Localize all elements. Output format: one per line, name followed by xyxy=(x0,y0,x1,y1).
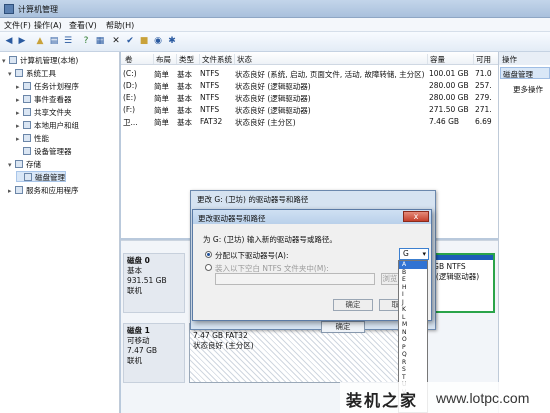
device-manager-icon xyxy=(23,147,31,155)
col-type[interactable]: 类型 xyxy=(176,54,194,64)
outer-ok-button[interactable]: 确定 xyxy=(321,321,365,333)
drive-letter-option[interactable]: S xyxy=(399,366,427,374)
close-button[interactable]: x xyxy=(403,211,429,222)
drive-letter-option[interactable]: M xyxy=(399,321,427,329)
tree-node-computer-management[interactable]: ▾ 计算机管理(本地) xyxy=(2,55,78,66)
folder-icon[interactable]: ■ xyxy=(138,35,150,47)
col-layout[interactable]: 布局 xyxy=(153,54,171,64)
disk-icon xyxy=(24,173,32,181)
disk-1-label[interactable]: 磁盘 1 可移动 7.47 GB 联机 xyxy=(123,323,185,383)
drive-letter-option[interactable]: O xyxy=(399,336,427,344)
tree-node-task-scheduler[interactable]: ▸ 任务计划程序 xyxy=(16,81,79,92)
inner-dialog-titlebar: 更改驱动器号和路径 x xyxy=(193,210,431,224)
col-capacity[interactable]: 容量 xyxy=(427,54,445,64)
menu-help[interactable]: 帮助(H) xyxy=(106,20,134,31)
tree-node-device-manager[interactable]: 设备管理器 xyxy=(16,146,72,157)
table-row[interactable]: (D:) 简单 基本 NTFS 状态良好 (逻辑驱动器) 280.00 GB 2… xyxy=(121,80,498,91)
ok-button[interactable]: 确定 xyxy=(333,299,373,311)
navigation-tree: ▾ 计算机管理(本地) ▾ 系统工具 ▸ 任务计划程序 ▸ 事件查看器 ▸ 共享文件夹 ▸… xyxy=(0,52,120,413)
back-arrow-icon[interactable]: ◀ xyxy=(3,35,15,47)
window-title: 计算机管理 xyxy=(18,5,58,14)
clock-icon xyxy=(23,82,31,90)
list-view-icon[interactable]: ☰ xyxy=(62,35,74,47)
tree-node-local-users[interactable]: ▸ 本地用户和组 xyxy=(16,120,79,131)
computer-management-icon xyxy=(4,4,14,14)
volume-list-header: 卷 布局 类型 文件系统 状态 容量 可用 xyxy=(121,52,498,65)
watermark-text: 装机之家 xyxy=(346,391,419,410)
show-tree-icon[interactable]: ▤ xyxy=(48,35,60,47)
inner-dialog-title: 更改驱动器号和路径 xyxy=(198,214,266,223)
drive-letter-option[interactable]: R xyxy=(399,359,427,367)
properties-icon[interactable]: ▦ xyxy=(94,35,106,47)
tree-node-services-apps[interactable]: ▸ 服务和应用程序 xyxy=(8,185,79,196)
watermark: 装机之家 www.lotpc.com xyxy=(340,382,550,413)
col-status[interactable]: 状态 xyxy=(234,54,252,64)
tree-node-performance[interactable]: ▸ 性能 xyxy=(16,133,49,144)
menu-action[interactable]: 操作(A) xyxy=(34,20,62,31)
tree-node-disk-management[interactable]: 磁盘管理 xyxy=(16,171,66,182)
assign-letter-radio[interactable] xyxy=(205,251,212,258)
assign-letter-label: 分配以下驱动器号(A): xyxy=(215,251,289,260)
menu-file[interactable]: 文件(F) xyxy=(4,20,31,31)
table-row[interactable]: (F:) 简单 基本 NTFS 状态良好 (逻辑驱动器) 271.50 GB 2… xyxy=(121,104,498,115)
dialog-description: 为 G: (卫坊) 输入新的驱动器号或路径。 xyxy=(203,235,337,244)
services-icon xyxy=(15,186,23,194)
forward-arrow-icon[interactable]: ▶ xyxy=(16,35,28,47)
menu-bar: 文件(F) 操作(A) 查看(V) 帮助(H) xyxy=(0,18,550,32)
magnifier-icon[interactable]: ◉ xyxy=(152,35,164,47)
folder-path-input[interactable] xyxy=(215,273,375,285)
check-icon[interactable]: ✔ xyxy=(124,35,136,47)
tools-icon xyxy=(15,69,23,77)
outer-dialog-title: 更改 G: (卫坊) 的驱动器号和路径 xyxy=(197,195,309,204)
col-free[interactable]: 可用 xyxy=(473,54,491,64)
edit-drive-letter-dialog: 更改驱动器号和路径 x 为 G: (卫坊) 输入新的驱动器号或路径。 分配以下驱… xyxy=(192,209,432,321)
performance-icon xyxy=(23,134,31,142)
drive-letter-option[interactable]: A xyxy=(399,261,427,269)
event-log-icon xyxy=(23,95,31,103)
drive-letter-option[interactable]: I xyxy=(399,291,427,299)
table-row[interactable]: (E:) 简单 基本 NTFS 状态良好 (逻辑驱动器) 280.00 GB 2… xyxy=(121,92,498,103)
drive-letter-option[interactable]: H xyxy=(399,284,427,292)
title-bar: 计算机管理 xyxy=(0,0,550,18)
action-more[interactable]: 更多操作 xyxy=(513,84,543,95)
computer-icon xyxy=(9,56,17,64)
col-filesystem[interactable]: 文件系统 xyxy=(199,54,232,64)
actions-pane: 操作 磁盘管理 更多操作 xyxy=(498,52,550,413)
drive-letter-option[interactable]: J xyxy=(399,299,427,307)
action-disk-management[interactable]: 磁盘管理 xyxy=(500,67,550,79)
watermark-url: www.lotpc.com xyxy=(436,390,530,406)
actions-header: 操作 xyxy=(499,52,550,65)
table-row[interactable]: (C:) 简单 基本 NTFS 状态良好 (系统, 启动, 页面文件, 活动, … xyxy=(121,68,498,79)
menu-view[interactable]: 查看(V) xyxy=(69,20,97,31)
toolbar: ◀ ▶ ▲ ▤ ☰ ? ▦ ✕ ✔ ■ ◉ ✱ xyxy=(0,32,550,52)
col-volume[interactable]: 卷 xyxy=(123,54,133,64)
storage-icon xyxy=(15,160,23,168)
disk-1-partition[interactable]: 7.47 GB FAT32 状态良好 (主分区) xyxy=(189,323,399,383)
drive-letter-option[interactable]: K xyxy=(399,306,427,314)
chevron-down-icon: ▾ xyxy=(422,250,426,258)
shared-folder-icon xyxy=(23,108,31,116)
disk-0-label[interactable]: 磁盘 0 基本 931.51 GB 联机 xyxy=(123,253,185,313)
table-row[interactable]: 卫... 简单 基本 FAT32 状态良好 (主分区) 7.46 GB 6.69 xyxy=(121,116,498,127)
mount-folder-radio[interactable] xyxy=(205,264,212,271)
drive-letter-option[interactable]: Q xyxy=(399,351,427,359)
drive-letter-option[interactable]: B xyxy=(399,269,427,277)
delete-icon[interactable]: ✕ xyxy=(110,35,122,47)
drive-letter-option[interactable]: P xyxy=(399,344,427,352)
drive-letter-option[interactable]: E xyxy=(399,276,427,284)
drive-letter-select[interactable]: G ▾ xyxy=(399,248,429,260)
drive-letter-option[interactable]: T xyxy=(399,374,427,382)
tree-node-system-tools[interactable]: ▾ 系统工具 xyxy=(8,68,56,79)
tree-node-storage[interactable]: ▾ 存储 xyxy=(8,159,41,170)
help-icon[interactable]: ? xyxy=(80,35,92,47)
settings-icon[interactable]: ✱ xyxy=(166,35,178,47)
users-icon xyxy=(23,121,31,129)
drive-letter-option[interactable]: N xyxy=(399,329,427,337)
up-folder-icon[interactable]: ▲ xyxy=(34,35,46,47)
tree-node-shared-folders[interactable]: ▸ 共享文件夹 xyxy=(16,107,72,118)
drive-letter-option[interactable]: L xyxy=(399,314,427,322)
tree-node-event-viewer[interactable]: ▸ 事件查看器 xyxy=(16,94,72,105)
